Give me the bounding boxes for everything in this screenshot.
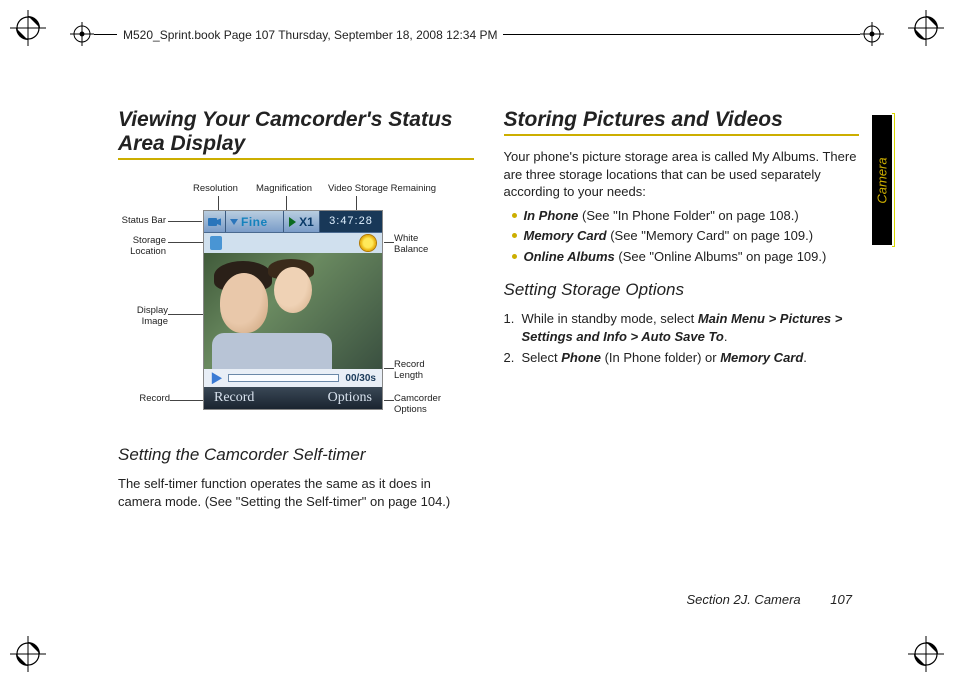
page-body: Viewing Your Camcorder's Status Area Dis… [118, 108, 859, 632]
step-item: 2. Select Phone (In Phone folder) or Mem… [504, 349, 860, 367]
section-thumb-label: Camera [875, 157, 890, 203]
section-thumb-tab: Camera [872, 115, 892, 245]
record-length-value: 00/30s [345, 372, 376, 386]
lbl-white-balance: White Balance [394, 234, 428, 255]
lbl-status-bar: Status Bar [112, 216, 166, 226]
left-column: Viewing Your Camcorder's Status Area Dis… [118, 108, 474, 632]
step-item: 1. While in standby mode, select Main Me… [504, 310, 860, 345]
cropmark-bl [10, 632, 50, 672]
progress-bar [228, 374, 339, 382]
lbl-magnification: Magnification [256, 184, 312, 194]
header-bullet-icon [70, 22, 94, 46]
bullet-item: In Phone (See "In Phone Folder" on page … [512, 207, 860, 225]
right-steps: 1. While in standby mode, select Main Me… [504, 310, 860, 367]
right-intro: Your phone's picture storage area is cal… [504, 148, 860, 201]
storage-phone-icon [210, 236, 222, 250]
softkey-right: Options [328, 389, 372, 408]
left-title: Viewing Your Camcorder's Status Area Dis… [118, 108, 474, 156]
right-column: Storing Pictures and Videos Your phone's… [504, 108, 860, 632]
camcorder-diagram: Resolution Magnification Video Storage R… [118, 190, 458, 430]
lbl-record-length: Record Length [394, 360, 425, 381]
softkey-left: Record [214, 389, 254, 408]
header-bullet-icon [860, 22, 884, 46]
softkey-bar: Record Options [204, 387, 382, 409]
right-title: Storing Pictures and Videos [504, 108, 860, 132]
lbl-video-storage: Video Storage Remaining [328, 184, 436, 194]
title-rule [118, 158, 474, 160]
white-balance-icon [360, 235, 376, 251]
resolution-value: Fine [226, 211, 284, 232]
page-footer: Section 2J. Camera 107 [687, 592, 853, 607]
phone-screen: Fine X1 3:47:28 [203, 210, 383, 410]
viewfinder-image [204, 253, 382, 369]
cropmark-tl [10, 10, 50, 50]
footer-page-number: 107 [830, 592, 852, 607]
bullet-item: Memory Card (See "Memory Card" on page 1… [512, 227, 860, 245]
footer-section: Section 2J. Camera [687, 592, 801, 607]
cropmark-br [904, 632, 944, 672]
lbl-storage-location: Storage Location [122, 236, 166, 257]
left-body: The self-timer function operates the sam… [118, 475, 474, 510]
time-remaining: 3:47:28 [320, 211, 382, 232]
lbl-display-image: Display Image [130, 306, 168, 327]
play-icon [210, 372, 222, 384]
left-subhead: Setting the Camcorder Self-timer [118, 444, 474, 467]
phone-status-bar: Fine X1 3:47:28 [204, 211, 382, 233]
progress-row: 00/30s [204, 369, 382, 387]
lbl-resolution: Resolution [193, 184, 238, 194]
right-subhead: Setting Storage Options [504, 279, 860, 302]
cropmark-tr [904, 10, 944, 50]
title-rule [504, 134, 860, 136]
bullet-item: Online Albums (See "Online Albums" on pa… [512, 248, 860, 266]
book-header: M520_Sprint.book Page 107 Thursday, Sept… [117, 28, 503, 42]
right-bullets: In Phone (See "In Phone Folder" on page … [504, 207, 860, 266]
phone-second-row [204, 233, 382, 253]
lbl-camcorder-options: Camcorder Options [394, 394, 441, 415]
lbl-record: Record [134, 394, 170, 404]
zoom-value: X1 [284, 211, 320, 232]
camcorder-icon [204, 211, 226, 232]
